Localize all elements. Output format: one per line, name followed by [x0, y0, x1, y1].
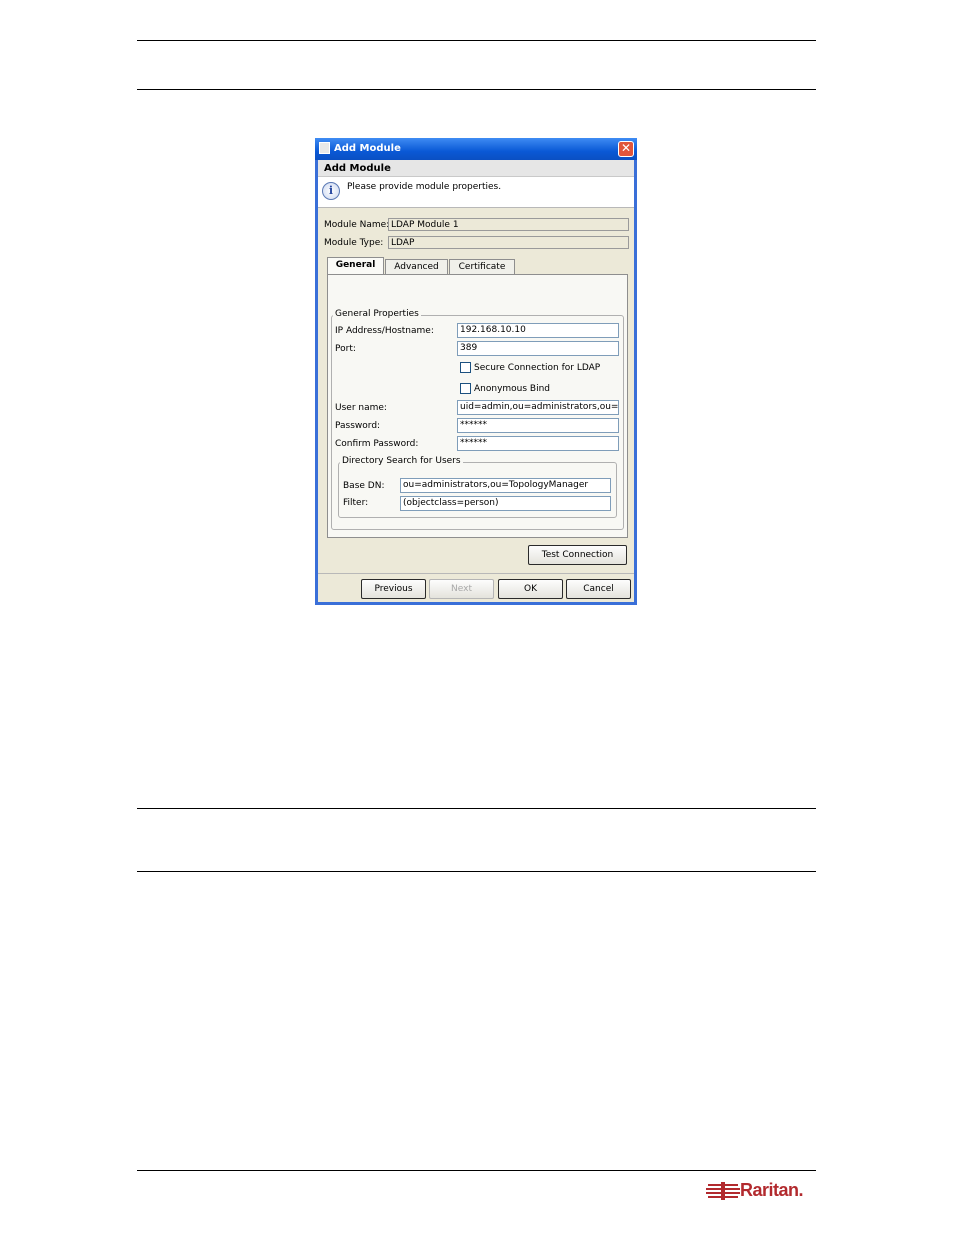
page-rule-footer: [137, 1170, 816, 1171]
info-icon: i: [322, 182, 340, 200]
dialog-body: Add Module i Please provide module prope…: [318, 160, 634, 602]
confirm-password-label: Confirm Password:: [335, 439, 419, 449]
page-rule-top-1: [137, 40, 816, 41]
cancel-button[interactable]: Cancel: [566, 579, 631, 599]
window-app-icon: [319, 142, 330, 154]
base-dn-input[interactable]: ou=administrators,ou=TopologyManager: [400, 478, 611, 493]
general-properties-legend: General Properties: [333, 309, 421, 319]
page-rule-mid-2: [137, 871, 816, 872]
filter-input[interactable]: (objectclass=person): [400, 496, 611, 511]
tab-advanced[interactable]: Advanced: [385, 259, 448, 274]
confirm-password-input[interactable]: ******: [457, 436, 619, 451]
dialog-header: Add Module i Please provide module prope…: [318, 160, 634, 207]
dialog-header-title: Add Module: [318, 160, 634, 177]
brand-wordmark: Raritan.: [740, 1180, 804, 1200]
module-name-field: LDAP Module 1: [388, 218, 629, 231]
footer-divider: [318, 573, 634, 574]
password-input[interactable]: ******: [457, 418, 619, 433]
user-name-input[interactable]: uid=admin,ou=administrators,ou=T: [457, 400, 619, 415]
dialog-titlebar[interactable]: Add Module ✕: [315, 138, 637, 160]
previous-button[interactable]: Previous: [361, 579, 426, 599]
test-connection-button[interactable]: Test Connection: [528, 545, 627, 565]
header-divider: [318, 207, 634, 208]
page-rule-mid-1: [137, 808, 816, 809]
secure-connection-checkbox[interactable]: [460, 362, 471, 373]
add-module-dialog: Add Module ✕ Add Module i Please provide…: [315, 138, 637, 605]
module-type-field: LDAP: [388, 236, 629, 249]
anonymous-bind-label[interactable]: Anonymous Bind: [474, 384, 550, 394]
window-title: Add Module: [334, 143, 401, 154]
tab-general[interactable]: General: [327, 257, 384, 274]
port-input[interactable]: 389: [457, 341, 619, 356]
anonymous-bind-checkbox[interactable]: [460, 383, 471, 394]
tab-certificate[interactable]: Certificate: [449, 259, 515, 274]
general-tab-panel: General Properties IP Address/Hostname: …: [327, 274, 628, 538]
raritan-logo-icon: [706, 1182, 740, 1200]
base-dn-label: Base DN:: [343, 481, 385, 491]
directory-search-legend: Directory Search for Users: [340, 456, 463, 466]
password-label: Password:: [335, 421, 381, 431]
info-message: Please provide module properties.: [347, 182, 502, 192]
ip-address-input[interactable]: 192.168.10.10: [457, 323, 619, 338]
close-button[interactable]: ✕: [618, 141, 634, 157]
ip-address-label: IP Address/Hostname:: [335, 326, 434, 336]
user-name-label: User name:: [335, 403, 387, 413]
ok-button[interactable]: OK: [498, 579, 563, 599]
port-label: Port:: [335, 344, 356, 354]
filter-label: Filter:: [343, 498, 369, 508]
next-button[interactable]: Next: [429, 579, 494, 599]
page-rule-top-2: [137, 89, 816, 90]
module-type-label: Module Type:: [324, 238, 384, 248]
module-name-label: Module Name:: [324, 220, 390, 230]
directory-search-group: Directory Search for Users Base DN: ou=a…: [338, 456, 617, 518]
close-icon: ✕: [620, 141, 632, 155]
secure-connection-label[interactable]: Secure Connection for LDAP: [474, 363, 600, 373]
general-properties-group: General Properties IP Address/Hostname: …: [331, 309, 624, 530]
